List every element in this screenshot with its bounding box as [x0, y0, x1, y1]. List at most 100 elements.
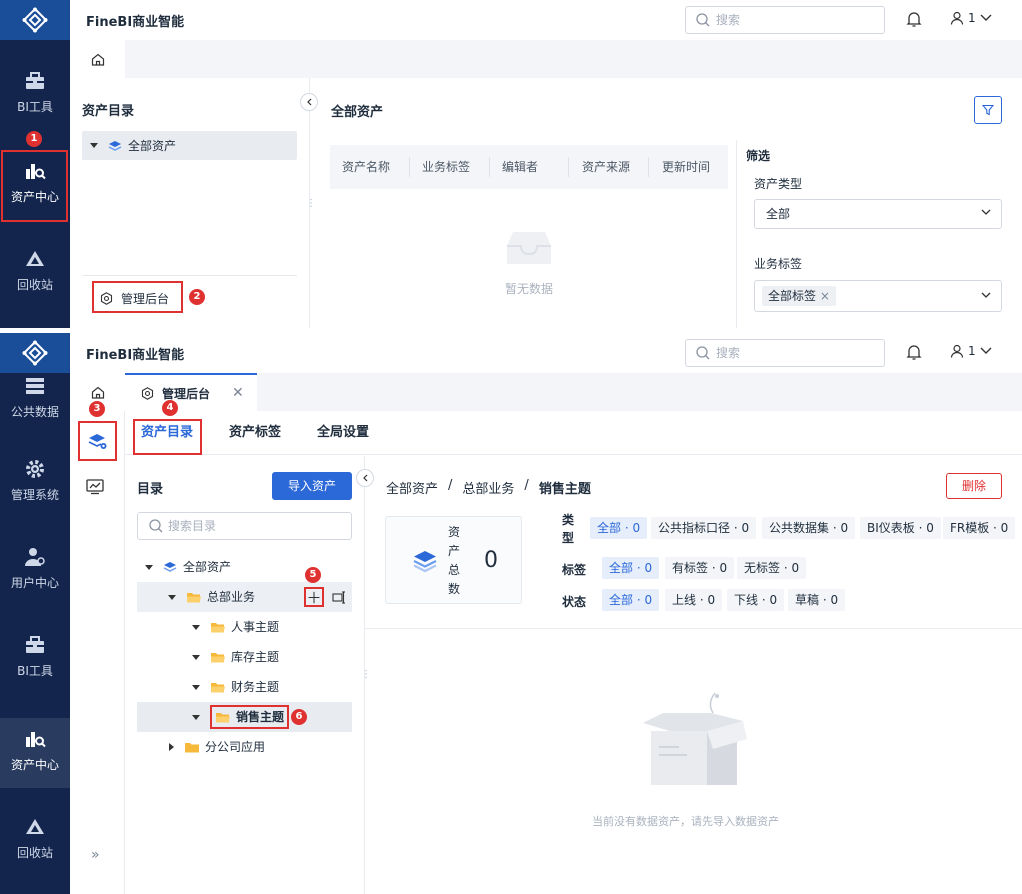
breadcrumb-item[interactable]: 全部资产 [386, 478, 438, 497]
chevron-down-icon [980, 14, 992, 21]
sidebar-item-label: 回收站 [16, 278, 53, 292]
type-filter-all[interactable]: 全部 · 0 [590, 517, 648, 539]
admin-side-nav: » [70, 411, 125, 894]
layers-icon [163, 562, 177, 572]
tab-home[interactable] [70, 40, 125, 78]
delete-button[interactable]: 删除 [946, 473, 1002, 499]
global-search-input[interactable]: 搜索 [685, 339, 885, 367]
collapse-button[interactable] [356, 469, 374, 487]
breadcrumb-item[interactable]: 总部业务 [462, 478, 514, 497]
business-tag-select[interactable]: 全部标签 × [754, 280, 1002, 312]
sidebar-item-public-data[interactable]: 公共数据 [0, 369, 70, 429]
status-filter-offline[interactable]: 下线 · 0 [727, 589, 785, 611]
caret-down-icon [168, 594, 176, 600]
gear-icon [26, 460, 44, 478]
chevron-down-icon [981, 209, 991, 215]
sidebar-item-bi-tools[interactable]: BI工具 [0, 60, 70, 130]
close-icon[interactable]: × [820, 289, 830, 303]
tag-filter-all[interactable]: 全部 · 0 [602, 557, 660, 579]
bell-icon[interactable] [906, 344, 922, 361]
sidebar-item-label: BI工具 [17, 100, 53, 114]
type-filter-fr-template[interactable]: FR模板 · 0 [943, 517, 1016, 539]
empty-box-icon [643, 692, 747, 785]
folder-open-icon [211, 622, 225, 632]
filter-button[interactable] [974, 96, 1002, 124]
search-placeholder: 搜索 [716, 13, 741, 27]
breadcrumb-current: 销售主题 [538, 482, 591, 497]
tab-bar [70, 40, 1022, 78]
type-filter-dashboard[interactable]: BI仪表板 · 0 [860, 517, 941, 539]
tree-item-inventory[interactable]: 库存主题 [192, 642, 279, 672]
tree-item-all-assets[interactable]: 全部资产 [82, 131, 297, 160]
rename-icon[interactable] [332, 591, 346, 604]
asset-table-header: 资产名称 业务标签 编辑者 资产来源 更新时间 [330, 145, 728, 189]
user-menu[interactable]: 1 [950, 344, 992, 358]
col-header: 业务标签 [422, 160, 471, 174]
col-header: 编辑者 [502, 160, 539, 174]
status-filter-all[interactable]: 全部 · 0 [602, 589, 660, 611]
collapse-button[interactable] [300, 93, 318, 111]
caret-down-icon [192, 654, 200, 660]
tab-admin-console[interactable]: 管理后台 ✕ [125, 373, 257, 411]
user-name: 1 [968, 11, 976, 25]
tag-filter-tagged[interactable]: 有标签 · 0 [665, 557, 735, 579]
catalog-title: 资产目录 [82, 104, 135, 119]
tree-item-hr[interactable]: 人事主题 [192, 612, 279, 642]
folder-open-icon [216, 712, 230, 722]
sidebar-item-user-center[interactable]: 用户中心 [0, 536, 70, 606]
home-icon [91, 53, 104, 66]
breadcrumb: 全部资产 / 总部业务 / 销售主题 [386, 478, 591, 497]
user-menu[interactable]: 1 [950, 11, 992, 25]
fine-logo-icon[interactable] [0, 333, 70, 373]
tree-item-sales[interactable]: 销售主题 [137, 702, 352, 732]
recycle-icon [26, 251, 44, 266]
sidebar-item-asset-center[interactable]: 资产中心 [0, 718, 70, 788]
drag-handle-icon[interactable]: ⋮ [361, 669, 371, 680]
type-filter-metric[interactable]: 公共指标口径 · 0 [651, 517, 757, 539]
bell-icon[interactable] [906, 11, 922, 28]
fine-logo-icon[interactable] [0, 0, 70, 40]
asset-type-select[interactable]: 全部 [754, 199, 1002, 229]
subtab-asset-tags[interactable]: 资产标签 [229, 411, 281, 455]
global-search-input[interactable]: 搜索 [685, 6, 885, 34]
highlight-admin [92, 281, 183, 313]
tag-filter-untagged[interactable]: 无标签 · 0 [737, 557, 807, 579]
status-filter-draft[interactable]: 草稿 · 0 [788, 589, 846, 611]
catalog-tree-panel: 目录 导入资产 搜索目录 全部资产 总部业务 ＋ 5 人事主题 库存主题 财务主… [125, 456, 365, 894]
subtab-global-settings[interactable]: 全局设置 [317, 411, 369, 455]
sidebar-item-bi-tools[interactable]: BI工具 [0, 624, 70, 694]
search-placeholder: 搜索 [716, 346, 741, 360]
tree-item-finance[interactable]: 财务主题 [192, 672, 279, 702]
expand-double-chevron-icon[interactable]: » [91, 847, 100, 863]
search-icon [149, 519, 163, 533]
brand-title: FineBI商业智能 [86, 15, 185, 30]
close-tab-icon[interactable]: ✕ [232, 385, 244, 401]
tree-label: 全部资产 [128, 139, 177, 153]
gear-hex-icon [141, 386, 154, 400]
type-filter-dataset[interactable]: 公共数据集 · 0 [762, 517, 856, 539]
sidebar-item-management[interactable]: 管理系统 [0, 448, 70, 518]
col-sep [409, 157, 410, 177]
col-header: 更新时间 [662, 160, 711, 174]
drag-handle-icon[interactable]: ⋮ [306, 198, 316, 209]
tab-label: 管理后台 [162, 386, 211, 401]
col-sep [489, 157, 490, 177]
step-badge-2: 2 [189, 289, 205, 305]
caret-down-icon [192, 684, 200, 690]
nav-monitor[interactable] [86, 479, 104, 498]
highlight-subtab-asset-catalog [133, 419, 202, 455]
import-asset-button[interactable]: 导入资产 [272, 472, 352, 500]
user-icon [950, 344, 964, 358]
home-icon [91, 386, 104, 399]
tree-item-branch-apps[interactable]: 分公司应用 [169, 732, 265, 762]
user-name: 1 [968, 344, 976, 358]
col-sep [568, 157, 569, 177]
recycle-icon [26, 819, 44, 834]
search-placeholder: 搜索目录 [168, 519, 217, 533]
status-filter-online[interactable]: 上线 · 0 [665, 589, 723, 611]
catalog-search-input[interactable]: 搜索目录 [137, 512, 352, 540]
sidebar-item-recycle-bin[interactable]: 回收站 [0, 806, 70, 876]
sidebar-item-recycle-bin[interactable]: 回收站 [0, 238, 70, 308]
add-folder-button[interactable]: ＋ [304, 587, 324, 607]
stat-value: 0 [484, 548, 498, 573]
